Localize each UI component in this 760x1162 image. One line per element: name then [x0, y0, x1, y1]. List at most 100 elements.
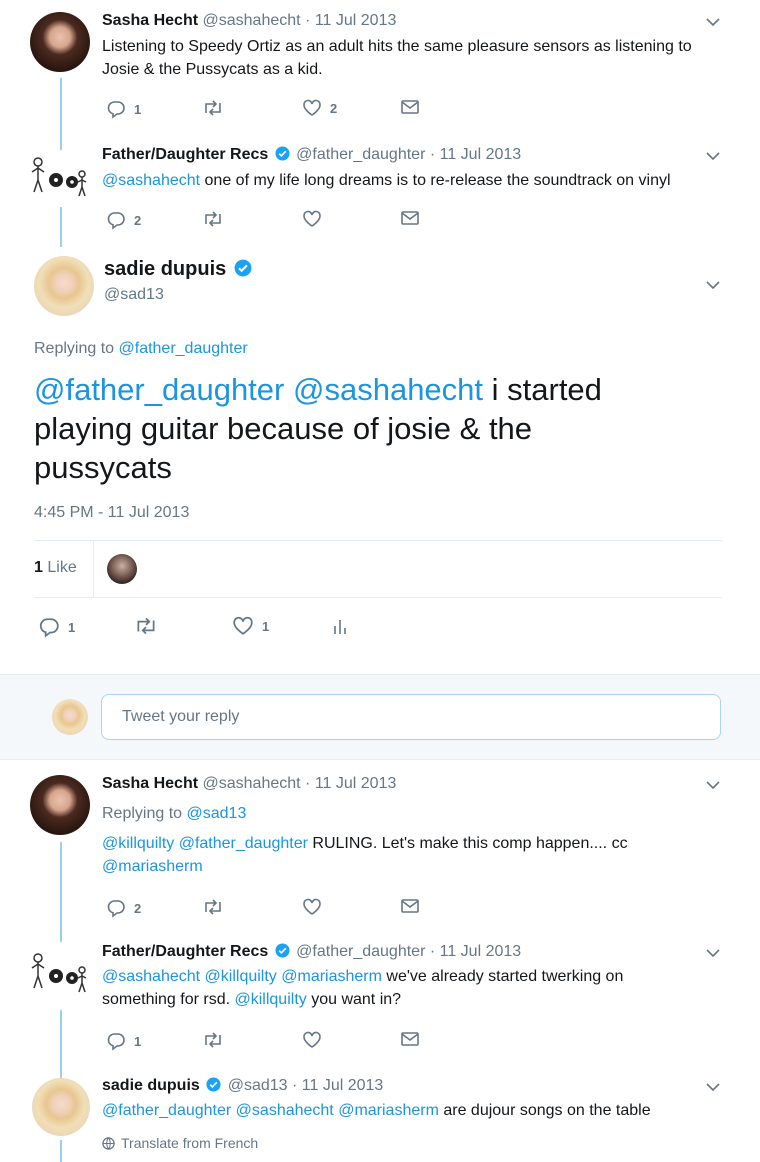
chevron-down-icon[interactable]	[706, 1082, 720, 1092]
mention-link[interactable]: @mariasherm	[102, 858, 203, 875]
reply-button[interactable]: 1	[38, 616, 75, 638]
reply-count: 1	[68, 619, 76, 635]
mention-link[interactable]: @sashahecht	[293, 372, 483, 407]
like-button[interactable]	[302, 898, 322, 916]
reply-button[interactable]: 2	[106, 210, 141, 230]
retweet-button[interactable]	[202, 210, 224, 228]
retweet-button[interactable]	[202, 99, 224, 117]
thread-line	[60, 1140, 62, 1162]
author-name[interactable]: Father/Daughter Recs	[102, 943, 268, 960]
retweet-icon	[205, 211, 221, 227]
avatar[interactable]	[32, 1078, 90, 1136]
author-handle[interactable]: @father_daughter	[296, 146, 425, 163]
verified-icon	[206, 1077, 221, 1092]
like-button[interactable]	[302, 210, 322, 228]
author-handle[interactable]: @father_daughter	[296, 943, 425, 960]
mention-link[interactable]: @father_daughter	[102, 1102, 231, 1119]
tweet-date[interactable]: 11 Jul 2013	[302, 1077, 384, 1094]
avatar[interactable]	[30, 775, 90, 835]
tweet-header: Sasha Hecht @sashahecht · 11 Jul 2013	[102, 12, 397, 29]
reply-input[interactable]: Tweet your reply	[101, 694, 721, 740]
globe-icon	[102, 1136, 115, 1150]
author-name[interactable]: sadie dupuis	[104, 258, 226, 280]
reply-button[interactable]: 2	[106, 898, 141, 918]
retweet-button[interactable]	[202, 898, 224, 916]
mention-link[interactable]: @sashahecht	[102, 172, 200, 189]
like-button[interactable]	[302, 1031, 322, 1049]
author-handle[interactable]: @sashahecht	[203, 12, 301, 29]
mention-link[interactable]: @mariasherm	[281, 968, 382, 985]
dm-button[interactable]	[400, 1031, 420, 1047]
mention-link[interactable]: @sashahecht	[102, 968, 200, 985]
reply-button[interactable]: 1	[106, 99, 141, 119]
dm-icon	[401, 899, 419, 913]
tweet-date[interactable]: 11 Jul 2013	[440, 146, 522, 163]
like-icon	[303, 210, 321, 227]
author-handle[interactable]: @sashahecht	[203, 775, 301, 792]
reply-icon	[107, 900, 125, 918]
timestamp[interactable]: 4:45 PM - 11 Jul 2013	[34, 504, 189, 522]
avatar[interactable]	[30, 152, 88, 204]
analytics-icon	[334, 620, 346, 634]
reply-button[interactable]: 1	[106, 1031, 141, 1051]
replying-to: Replying to @father_daughter	[34, 340, 248, 357]
thread-line	[60, 1010, 62, 1080]
likes-stat[interactable]: 1 Like	[34, 559, 77, 577]
avatar[interactable]	[30, 12, 90, 72]
retweet-button[interactable]	[202, 1031, 224, 1049]
translate-link[interactable]: Translate from French	[102, 1135, 258, 1151]
mention-link[interactable]: @father_daughter	[179, 835, 308, 852]
author-handle[interactable]: @sad13	[104, 286, 164, 304]
reply-count: 2	[134, 212, 142, 228]
analytics-button[interactable]	[332, 616, 348, 636]
tweet-date[interactable]: 11 Jul 2013	[315, 775, 397, 792]
like-count: 1	[262, 618, 270, 634]
thread-line	[60, 78, 62, 150]
retweet-icon	[205, 899, 221, 915]
reply-icon	[107, 212, 125, 230]
chevron-down-icon[interactable]	[706, 948, 720, 958]
father-daughter-logo-icon	[31, 157, 87, 197]
liker-avatar[interactable]	[107, 554, 137, 584]
tweet-date[interactable]: 11 Jul 2013	[440, 943, 522, 960]
chevron-down-icon[interactable]	[706, 280, 720, 290]
mention-link[interactable]: @killquilty	[235, 991, 307, 1008]
dm-button[interactable]	[400, 210, 420, 226]
divider	[34, 540, 722, 541]
mention-link[interactable]: @killquilty	[205, 968, 277, 985]
retweet-icon	[205, 1032, 221, 1048]
dm-button[interactable]	[400, 898, 420, 914]
chevron-down-icon[interactable]	[706, 17, 720, 27]
avatar[interactable]	[34, 256, 94, 316]
chevron-down-icon[interactable]	[706, 780, 720, 790]
tweet-text: @sashahecht one of my life long dreams i…	[102, 172, 671, 189]
mention-link[interactable]: @killquilty	[102, 835, 174, 852]
author-name[interactable]: Sasha Hecht	[102, 12, 198, 29]
reply-count: 2	[134, 900, 142, 916]
mention-link[interactable]: @sashahecht	[236, 1102, 334, 1119]
tweet-header: Father/Daughter Recs @father_daughter · …	[102, 943, 522, 960]
like-count: 2	[330, 100, 338, 116]
tweet-text: @sashahecht @killquilty @mariasherm we'v…	[102, 968, 624, 1008]
chevron-down-icon[interactable]	[706, 151, 720, 161]
author-name[interactable]: Sasha Hecht	[102, 775, 198, 792]
tweet-date[interactable]: 11 Jul 2013	[315, 12, 397, 29]
retweet-button[interactable]	[134, 616, 158, 636]
author-name[interactable]: sadie dupuis	[102, 1077, 200, 1094]
replying-to-link[interactable]: @father_daughter	[119, 340, 248, 357]
mention-link[interactable]: @mariasherm	[338, 1102, 439, 1119]
mention-link[interactable]: @father_daughter	[34, 372, 284, 407]
like-button[interactable]: 1	[232, 616, 269, 636]
avatar[interactable]	[30, 948, 88, 1000]
replying-to-link[interactable]: @sad13	[187, 805, 247, 822]
author-handle[interactable]: @sad13	[228, 1077, 288, 1094]
tweet-text: @killquilty @father_daughter RULING. Let…	[102, 835, 628, 875]
tweet-text: Listening to Speedy Ortiz as an adult hi…	[102, 38, 692, 78]
like-button[interactable]: 2	[302, 99, 337, 117]
tweet-actions: 1 1	[34, 616, 434, 638]
reply-icon	[107, 1033, 125, 1051]
replying-to: Replying to @sad13	[102, 805, 247, 822]
dm-button[interactable]	[400, 99, 420, 115]
author-name[interactable]: Father/Daughter Recs	[102, 146, 268, 163]
like-icon	[303, 1031, 321, 1048]
